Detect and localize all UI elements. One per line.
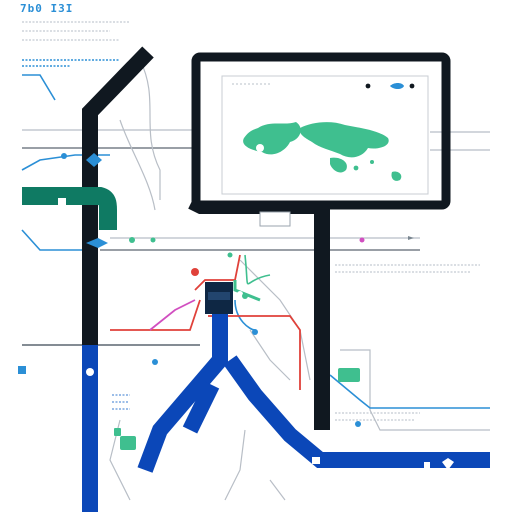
station-icon [58, 198, 66, 206]
station-icon [312, 457, 320, 464]
station-icon [129, 237, 135, 243]
transit-diagram-canvas: 7b0 I3I [0, 0, 512, 512]
legend-swatch [120, 436, 136, 450]
station-icon [424, 462, 430, 468]
station-icon [242, 293, 248, 299]
legend-swatch [338, 368, 360, 382]
hub-station [205, 282, 233, 314]
blue-route-main [82, 310, 490, 512]
station-icon [86, 368, 94, 376]
station-icon [152, 359, 158, 365]
station-icon [191, 268, 199, 276]
station-icon [61, 153, 67, 159]
station-icon [264, 456, 276, 468]
screen-frame [188, 52, 451, 430]
station-icon [150, 237, 156, 243]
transit-map [18, 21, 490, 512]
legend-swatch [259, 211, 291, 227]
station-icon [408, 236, 414, 240]
station-icon [359, 237, 365, 243]
station-icon [227, 252, 233, 258]
legend-swatch [18, 366, 26, 374]
legend-swatch [114, 428, 121, 436]
station-icon [252, 329, 258, 335]
magenta-route [149, 299, 196, 331]
station-icon [355, 421, 361, 427]
